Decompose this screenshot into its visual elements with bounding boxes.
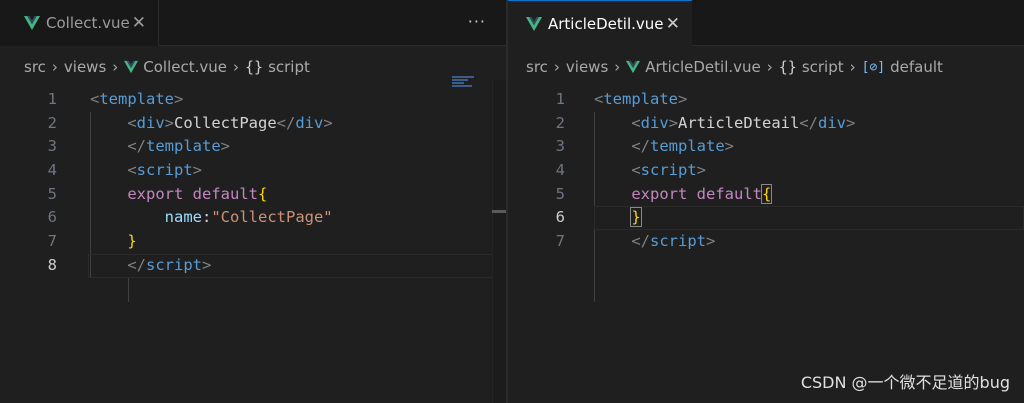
code-line: 5 export default{: [555, 183, 773, 204]
close-icon[interactable]: ✕: [666, 14, 680, 34]
editor-group-left: Collect.vue ✕ ··· src › views › Collect.…: [0, 0, 506, 403]
code-line: 7 </script>: [555, 232, 716, 251]
breadcrumb-file[interactable]: ArticleDetil.vue: [645, 58, 761, 76]
breadcrumb-views[interactable]: views: [566, 58, 608, 76]
code-editor[interactable]: 1 <template> 2 <div>ArticleDteail</div> 3…: [508, 88, 1024, 302]
tab-bar: Collect.vue ✕ ···: [0, 0, 506, 46]
code-line: 2 <div>ArticleDteail</div>: [555, 113, 856, 132]
braces-icon: {}: [245, 58, 264, 76]
braces-icon: {}: [778, 58, 797, 76]
breadcrumb-file[interactable]: Collect.vue: [143, 58, 227, 76]
code-line: 5 export default{: [47, 184, 268, 203]
tab-label: Collect.vue: [46, 14, 130, 32]
code-line: 6 name:"CollectPage": [47, 208, 333, 227]
close-icon[interactable]: ✕: [132, 13, 146, 33]
tab-articledetil-vue[interactable]: ArticleDetil.vue ✕: [508, 0, 692, 46]
chevron-right-icon: ›: [766, 58, 773, 76]
breadcrumb-section[interactable]: script: [268, 58, 310, 76]
scrollbar-thumb[interactable]: [492, 210, 506, 213]
chevron-right-icon: ›: [112, 58, 119, 76]
breadcrumb: src › views › Collect.vue › {} script: [0, 46, 506, 88]
breadcrumb: src › views › ArticleDetil.vue › {} scri…: [508, 46, 1024, 88]
code-line-current: 6 }: [508, 206, 1024, 230]
breadcrumb-member[interactable]: default: [890, 58, 943, 76]
code-line: 7 }: [47, 232, 137, 251]
breadcrumb-section[interactable]: script: [802, 58, 844, 76]
chevron-right-icon: ›: [233, 58, 239, 76]
breadcrumb-src[interactable]: src: [24, 58, 46, 76]
vue-icon: [124, 60, 139, 74]
chevron-right-icon: ›: [849, 58, 856, 76]
chevron-right-icon: ›: [614, 58, 621, 76]
chevron-right-icon: ›: [51, 58, 58, 76]
scrollbar[interactable]: [492, 80, 506, 403]
field-icon: [⊘]: [861, 59, 886, 75]
code-line: 4 <script>: [555, 161, 707, 180]
minimap[interactable]: [452, 76, 478, 96]
vue-icon: [526, 16, 542, 31]
tab-label: ArticleDetil.vue: [548, 14, 664, 33]
code-line: 4 <script>: [47, 161, 203, 180]
vue-icon: [626, 60, 641, 74]
editor-group-right: ArticleDetil.vue ✕ src › views › Article…: [508, 0, 1024, 403]
tab-collect-vue[interactable]: Collect.vue ✕: [0, 0, 159, 46]
code-line: 3 </template>: [555, 137, 734, 156]
more-actions-icon[interactable]: ···: [468, 12, 486, 31]
code-line: 1 <template>: [47, 90, 184, 108]
code-line: 3 </template>: [47, 137, 230, 156]
watermark: CSDN @一个微不足道的bug: [800, 373, 1010, 392]
breadcrumb-views[interactable]: views: [64, 58, 106, 76]
vue-icon: [24, 16, 40, 30]
chevron-right-icon: ›: [553, 58, 560, 76]
tab-bar: ArticleDetil.vue ✕: [508, 0, 1024, 46]
code-line: 2 <div>CollectPage</div>: [47, 113, 333, 132]
breadcrumb-src[interactable]: src: [526, 58, 548, 76]
code-line: 1 <template>: [555, 90, 688, 108]
indent-guide: [128, 278, 129, 302]
code-editor[interactable]: 1 <template> 2 <div>CollectPage</div> 3 <…: [0, 88, 506, 302]
code-line-current: 8 </script>: [0, 253, 506, 278]
